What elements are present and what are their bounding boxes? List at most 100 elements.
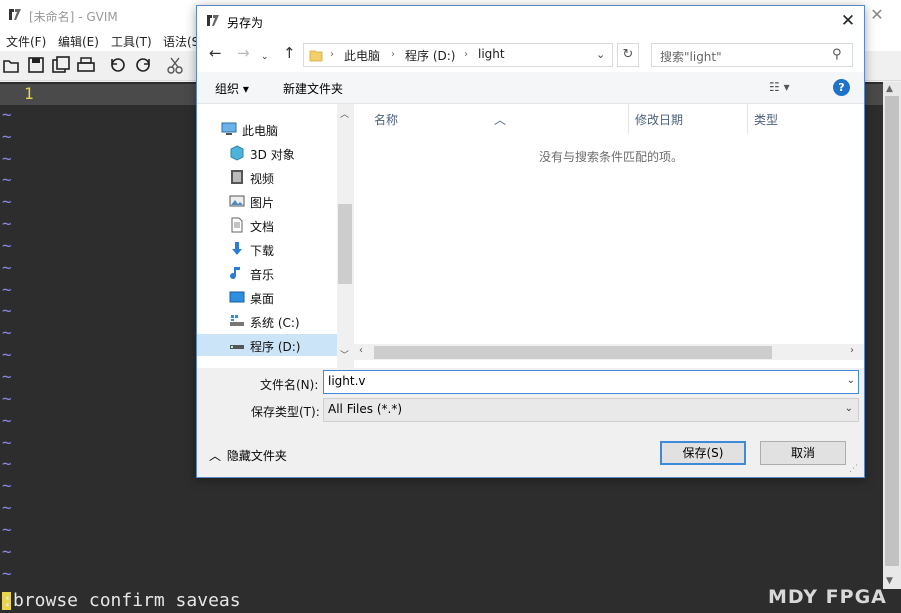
music-icon [230,267,240,280]
gvim-command-line[interactable]: : browse confirm saveas [0,589,901,613]
empty-line-tilde: ~ [2,476,12,496]
tree-item-desktop[interactable]: 桌面 [197,286,337,308]
dialog-close-button[interactable]: ✕ [837,11,859,31]
resize-grip-icon[interactable]: ⋰ [849,464,858,474]
view-options-icon[interactable]: ☷ ▾ [769,80,790,94]
empty-line-tilde: ~ [2,563,12,583]
filetype-dropdown-icon[interactable]: ⌄ [845,403,853,414]
chevron-up-icon: ︿ [209,449,222,463]
tree-item-documents[interactable]: 文档 [197,214,337,236]
documents-icon [231,217,243,233]
tree-label: 视频 [250,172,275,186]
save-icon[interactable] [26,55,46,75]
column-divider[interactable] [628,104,629,134]
tree-item-3d-objects[interactable]: 3D 对象 [197,142,337,164]
scroll-up-arrow-icon[interactable]: ▲ [886,84,893,94]
tree-scroll-thumb[interactable] [338,204,352,284]
filename-dropdown-icon[interactable]: ⌄ [847,375,855,386]
tree-scrollbar[interactable]: ︿ ﹀ [337,104,353,368]
dialog-app-icon [207,15,219,26]
tree-item-drive-d[interactable]: 程序 (D:) [197,334,337,356]
forward-arrow-icon[interactable]: → [237,45,250,61]
pictures-icon [229,195,245,207]
column-header-type[interactable]: 类型 [754,111,778,128]
navigation-bar: ← → ⌄ ↑ › 此电脑 › 程序 (D:) › light ⌄ ↻ 搜索"l… [197,36,864,72]
refresh-icon[interactable]: ↻ [617,43,639,67]
empty-line-tilde: ~ [2,235,12,255]
tree-label: 下载 [250,244,275,258]
tree-item-drive-c[interactable]: 系统 (C:) [197,310,337,332]
undo-icon[interactable] [108,55,128,75]
video-icon [231,170,243,184]
recent-locations-chevron-icon[interactable]: ⌄ [261,49,269,65]
column-header-name[interactable]: 名称 [374,111,398,128]
filetype-select[interactable]: All Files (*.*) ⌄ [323,398,859,422]
save-all-icon[interactable] [51,55,71,75]
filename-label: 文件名(N): [260,378,319,392]
command-bar: 组织 ▾ 新建文件夹 ☷ ▾ ? [197,72,864,104]
tree-label: 3D 对象 [250,148,295,162]
scroll-left-icon[interactable]: ‹ [359,345,363,356]
download-icon [232,242,242,255]
save-button[interactable]: 保存(S) [660,441,746,465]
gvim-close-button[interactable]: ✕ [866,5,888,25]
tree-item-this-pc[interactable]: 此电脑 [197,118,337,140]
file-list-pane[interactable]: ︿ 名称 修改日期 类型 没有与搜索条件匹配的项。 ‹ › [354,104,864,368]
empty-line-tilde: ~ [2,366,12,386]
tree-item-downloads[interactable]: 下载 [197,238,337,260]
empty-line-tilde: ~ [2,170,12,190]
breadcrumb-separator-icon: › [330,49,334,60]
empty-line-tilde: ~ [2,301,12,321]
filename-input[interactable]: light.v ⌄ [323,370,859,394]
cancel-button[interactable]: 取消 [760,441,846,465]
menu-file[interactable]: 文件(F) [6,33,46,50]
search-icon: ⚲ [832,47,842,62]
watermark-text: MDY FPGA [768,586,887,608]
menu-tools[interactable]: 工具(T) [111,33,152,50]
organize-button[interactable]: 组织 ▾ [215,80,249,97]
empty-line-tilde: ~ [2,323,12,343]
drive-c-icon [230,315,244,326]
tree-scroll-up-icon[interactable]: ︿ [340,107,349,120]
scroll-right-icon[interactable]: › [850,345,854,356]
scrollbar-thumb[interactable] [885,96,899,566]
gvim-app-icon [9,9,21,20]
3d-objects-icon [230,145,244,161]
column-divider[interactable] [747,104,748,134]
navigation-pane[interactable]: 此电脑 3D 对象 视频 图片 文档 下载 音乐 桌面 系统 (C:) 程序 (… [197,104,353,368]
redo-icon[interactable] [133,55,153,75]
tree-item-music[interactable]: 音乐 [197,262,337,284]
tree-label: 图片 [250,196,275,210]
open-icon[interactable] [1,55,21,75]
column-header-date[interactable]: 修改日期 [635,111,683,128]
print-icon[interactable] [76,55,96,75]
search-box[interactable]: 搜索"light" ⚲ [651,43,853,67]
search-placeholder: 搜索"light" [660,50,722,64]
tree-item-videos[interactable]: 视频 [197,166,337,188]
tree-label: 此电脑 [242,124,279,138]
gvim-vertical-scrollbar[interactable]: ▲ ▼ [883,82,901,589]
breadcrumb-drive-d[interactable]: 程序 (D:) [405,47,455,64]
list-horizontal-scrollbar[interactable]: ‹ › [354,344,864,360]
tree-item-pictures[interactable]: 图片 [197,190,337,212]
hide-folders-toggle[interactable]: ︿ 隐藏文件夹 [209,447,287,464]
filetype-label: 保存类型(T): [251,405,320,419]
tree-scroll-down-icon[interactable]: ﹀ [340,348,349,361]
address-dropdown-icon[interactable]: ⌄ [596,48,605,61]
breadcrumb-this-pc[interactable]: 此电脑 [344,47,380,64]
address-bar[interactable]: › 此电脑 › 程序 (D:) › light ⌄ [303,43,613,67]
empty-line-tilde: ~ [2,257,12,277]
empty-line-tilde: ~ [2,104,12,124]
breadcrumb-light[interactable]: light [478,47,505,61]
back-arrow-icon[interactable]: ← [209,45,222,61]
empty-line-tilde [2,82,12,104]
up-arrow-icon[interactable]: ↑ [283,45,296,61]
menu-edit[interactable]: 编辑(E) [58,33,99,50]
list-scroll-thumb[interactable] [374,346,772,359]
new-folder-button[interactable]: 新建文件夹 [283,80,343,97]
empty-line-tilde: ~ [2,192,12,212]
scroll-down-arrow-icon[interactable]: ▼ [886,576,893,586]
computer-icon [221,122,237,135]
cut-icon[interactable] [165,55,185,75]
help-icon[interactable]: ? [833,79,850,96]
